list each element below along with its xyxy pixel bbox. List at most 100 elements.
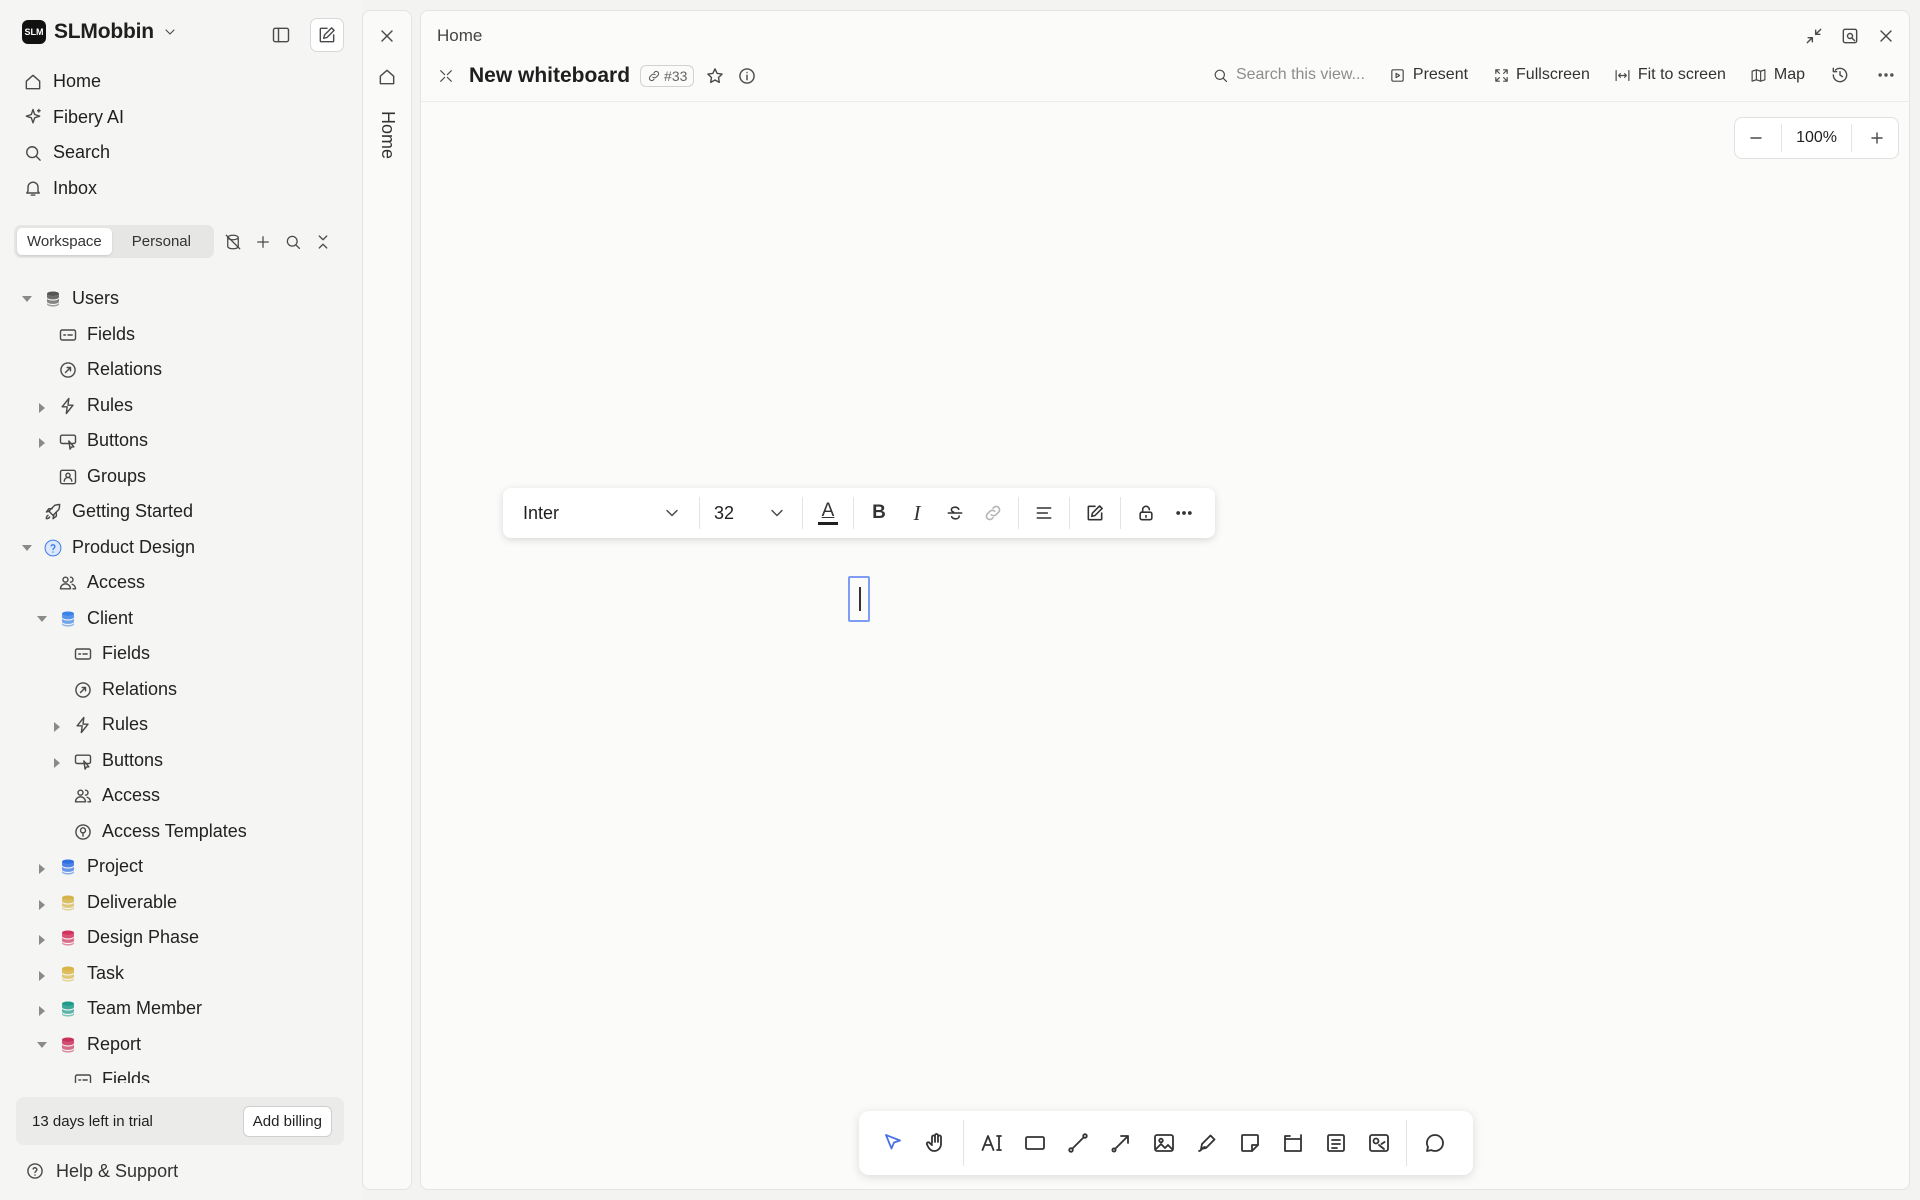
drawing-toolbar [859,1111,1473,1175]
caret-right-icon[interactable] [39,438,45,448]
nav-inbox[interactable]: Inbox [22,171,124,207]
more-options-button[interactable] [1165,494,1203,532]
font-family-select[interactable]: Inter [513,502,693,524]
caret-right-icon[interactable] [39,899,45,910]
tree-item-deliverable[interactable]: Deliverable [0,885,362,921]
tree-item-relations[interactable]: Relations [0,672,362,708]
search-view-input[interactable]: Search this view... [1212,66,1365,84]
caret-right-icon[interactable] [39,970,45,981]
expand-icon[interactable] [437,67,455,85]
nav-home[interactable]: Home [22,64,124,100]
card-tool[interactable] [1314,1121,1357,1165]
toggle-sidebar-button[interactable] [264,18,298,52]
tree-item-product-design[interactable]: Product Design [0,530,362,566]
tree-item-fields[interactable]: Fields [0,636,362,672]
tree-item-access[interactable]: Access [0,778,362,814]
collapse-icon[interactable] [1803,25,1825,47]
text-color-button[interactable]: A [809,494,847,532]
nav-fibery-ai[interactable]: Fibery AI [22,100,124,136]
home-icon[interactable] [376,66,398,88]
arrow-tool[interactable] [1099,1121,1142,1165]
workspace-switcher[interactable]: SLM SLMobbin [22,20,178,44]
tree-item-team-member[interactable]: Team Member [0,991,362,1027]
tree-item-rules[interactable]: Rules [0,388,362,424]
rectangle-tool[interactable] [1013,1121,1056,1165]
italic-button[interactable]: I [898,494,936,532]
tree-item-users[interactable]: Users [0,281,362,317]
present-button[interactable]: Present [1389,66,1468,84]
caret-right-icon[interactable] [39,935,45,945]
embed-tool[interactable] [1357,1121,1400,1165]
zoom-level[interactable]: 100% [1796,129,1837,147]
star-icon[interactable] [704,65,726,87]
tree-item-project[interactable]: Project [0,849,362,885]
frame-tool[interactable] [1271,1121,1314,1165]
collapse-all-icon[interactable] [312,231,334,253]
tree-item-client[interactable]: Client [0,601,362,637]
tree-item-groups[interactable]: Groups [0,459,362,495]
strip-home-label[interactable]: Home [377,111,398,159]
zoom-out-icon[interactable] [1745,127,1767,149]
edit-button[interactable] [1076,494,1114,532]
text-tool[interactable] [970,1121,1013,1165]
comment-tool[interactable] [1413,1121,1456,1165]
caret-right-icon[interactable] [54,757,60,768]
select-tool[interactable] [871,1121,914,1165]
sticky-note-tool[interactable] [1228,1121,1271,1165]
align-button[interactable] [1025,494,1063,532]
tree-item-getting-started[interactable]: Getting Started [0,494,362,530]
map-button[interactable]: Map [1750,66,1805,84]
line-tool[interactable] [1056,1121,1099,1165]
search-tree-icon[interactable] [282,231,304,253]
tree-item-access[interactable]: Access [0,565,362,601]
tree-item-access-templates[interactable]: Access Templates [0,814,362,850]
caret-right-icon[interactable] [54,722,60,732]
new-entity-button[interactable] [310,18,344,52]
tree-item-design-phase[interactable]: Design Phase [0,920,362,956]
caret-down-icon[interactable] [37,1041,47,1048]
caret-right-icon[interactable] [39,1006,45,1016]
history-icon[interactable] [1829,64,1851,86]
caret-right-icon[interactable] [39,864,45,874]
more-icon[interactable] [1875,64,1897,86]
pen-tool[interactable] [1185,1121,1228,1165]
open-in-page-icon[interactable] [1839,25,1861,47]
bold-button[interactable]: B [860,494,898,532]
tree-item-relations[interactable]: Relations [0,352,362,388]
fullscreen-button[interactable]: Fullscreen [1492,66,1590,84]
hide-databases-icon[interactable] [222,231,244,253]
zoom-in-icon[interactable] [1866,127,1888,149]
link-button[interactable] [974,494,1012,532]
tree-item-task[interactable]: Task [0,956,362,992]
font-size-select[interactable]: 32 [706,502,796,524]
info-icon[interactable] [736,65,758,87]
page-title[interactable]: New whiteboard [469,64,630,88]
caret-down-icon[interactable] [22,296,32,302]
tree-item-fields[interactable]: Fields [0,317,362,353]
cursor-icon [884,1134,901,1150]
tree-item-buttons[interactable]: Buttons [0,423,362,459]
tab-personal[interactable]: Personal [112,228,211,255]
tree-item-report[interactable]: Report [0,1027,362,1063]
caret-down-icon[interactable] [37,615,47,622]
add-billing-button[interactable]: Add billing [242,1105,332,1137]
nav-search[interactable]: Search [22,135,124,171]
entity-id-badge[interactable]: #33 [640,65,695,87]
tree-item-fields[interactable]: Fields [0,1062,362,1083]
plus-icon[interactable] [252,231,274,253]
fit-to-screen-button[interactable]: Fit to screen [1614,66,1726,84]
caret-right-icon[interactable] [39,402,45,413]
close-icon[interactable] [376,25,398,47]
breadcrumb[interactable]: Home [437,26,482,46]
caret-down-icon[interactable] [22,544,32,551]
hand-tool[interactable] [914,1121,957,1165]
close-panel-icon[interactable] [1875,25,1897,47]
tree-item-rules[interactable]: Rules [0,707,362,743]
strikethrough-button[interactable] [936,494,974,532]
text-element-editing[interactable] [848,576,870,622]
help-support[interactable]: Help & Support [24,1160,178,1182]
tree-item-buttons[interactable]: Buttons [0,743,362,779]
lock-button[interactable] [1127,494,1165,532]
tab-workspace[interactable]: Workspace [17,228,112,255]
image-tool[interactable] [1142,1121,1185,1165]
